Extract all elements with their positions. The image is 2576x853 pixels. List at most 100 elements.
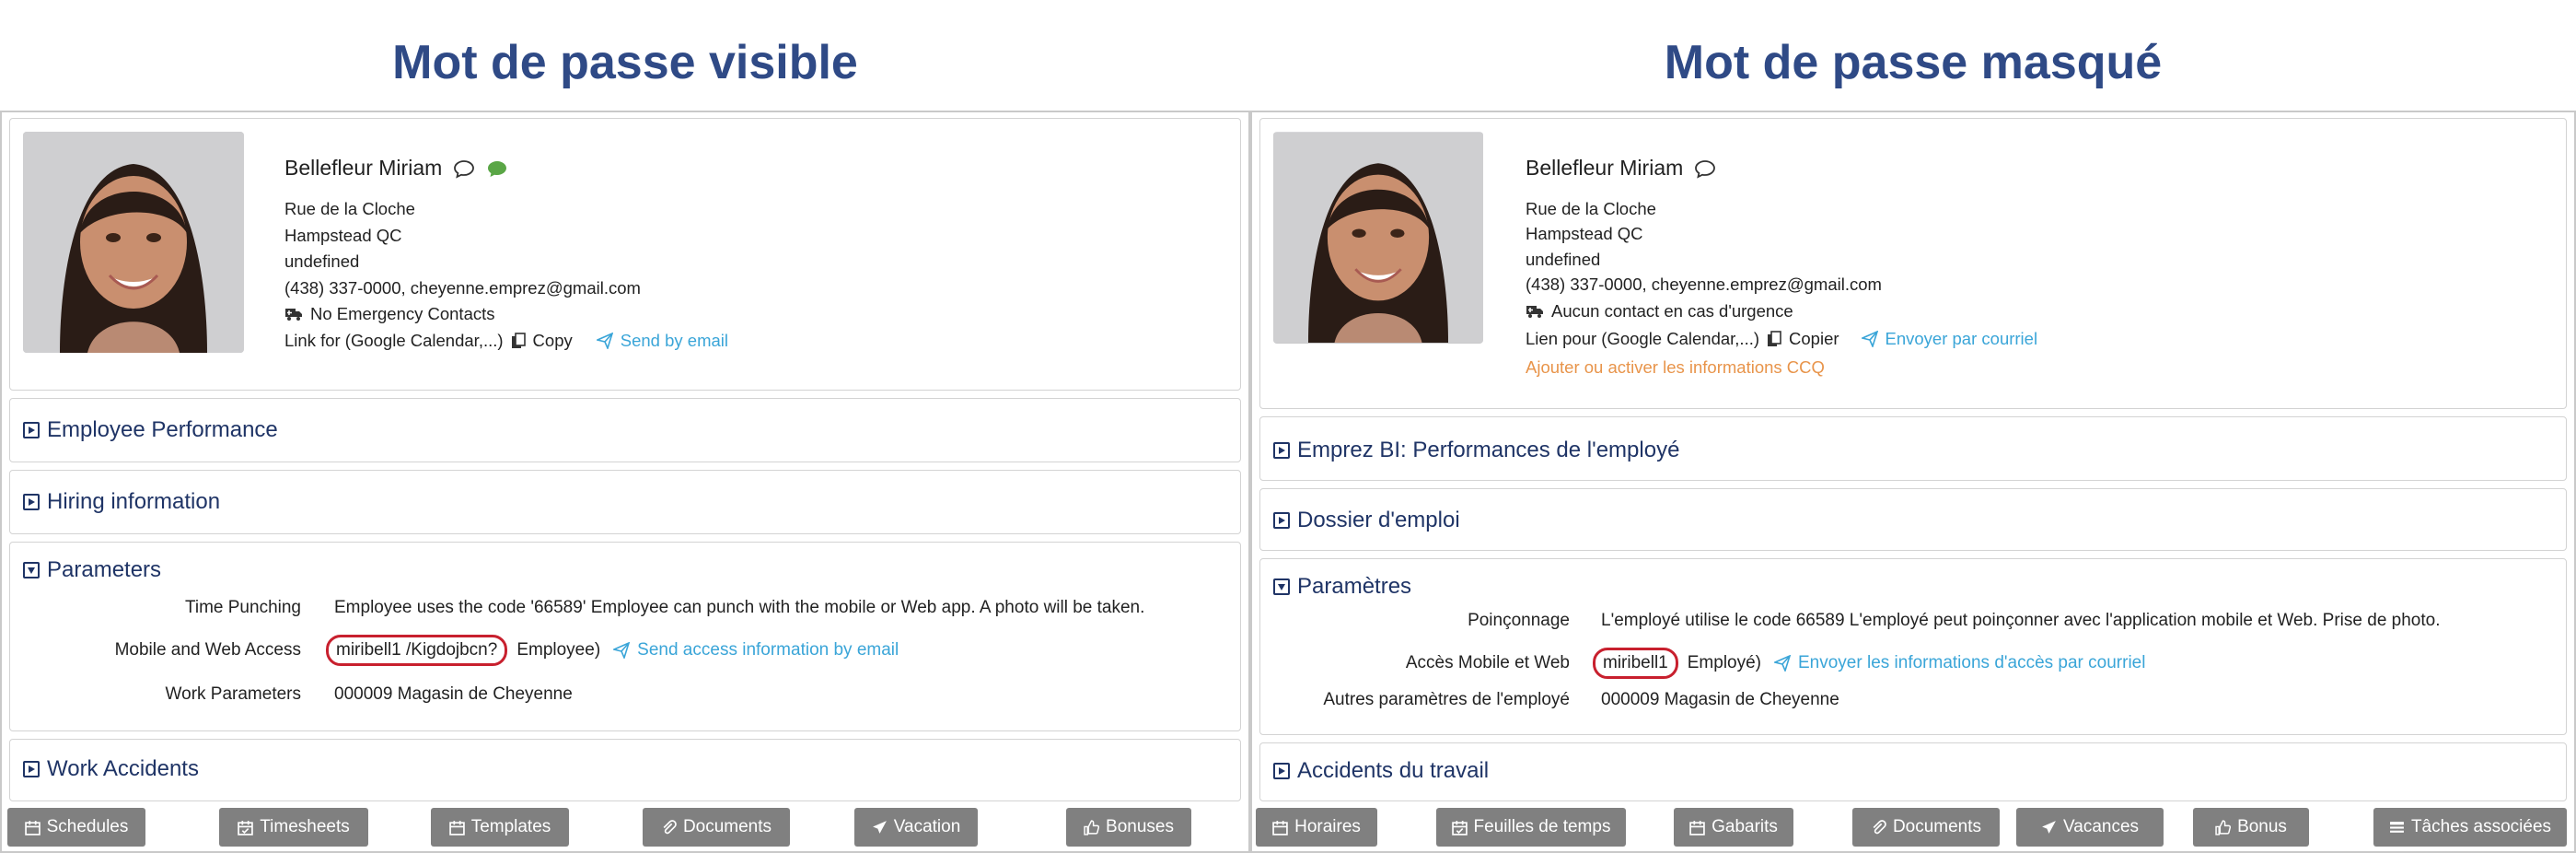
send-by-email-link[interactable]: Envoyer par courriel <box>1886 329 2038 349</box>
paperclip-icon <box>1873 819 1886 834</box>
employee-name-line: Bellefleur Miriam <box>284 156 508 181</box>
send-access-info-link[interactable]: Send access information by email <box>637 640 899 660</box>
address-line-3: undefined <box>1526 249 1601 269</box>
section-employee-performance[interactable]: Employee Performance <box>9 398 1241 462</box>
work-parameters-value: 000009 Magasin de Cheyenne <box>334 684 573 704</box>
calendar-icon <box>24 820 41 835</box>
documents-button[interactable]: Documents <box>643 808 790 847</box>
address-line-2: Hampstead QC <box>284 225 402 245</box>
list-icon <box>2390 821 2404 833</box>
thumbs-up-icon <box>2215 819 2232 835</box>
address-line-1: Rue de la Cloche <box>1526 198 1656 218</box>
param-row-access: Accès Mobile et Web miribell1 Employé) E… <box>1260 648 2145 679</box>
vacation-button[interactable]: Vacances <box>2016 808 2164 847</box>
timesheets-label: Feuilles de temps <box>1473 817 1611 836</box>
timesheets-label: Timesheets <box>260 817 350 836</box>
work-parameters-label: Work Parameters <box>165 684 301 704</box>
profile-card: Bellefleur Miriam Rue de la Cloche Hamps… <box>1259 118 2567 409</box>
calendar-icon <box>1272 820 1288 835</box>
ambulance-icon <box>1526 304 1544 319</box>
section-work-accidents[interactable]: Accidents du travail <box>1259 742 2567 801</box>
address-line-3: undefined <box>284 251 360 272</box>
access-role: Employee) <box>516 640 601 660</box>
documents-button[interactable]: Documents <box>1852 808 2000 847</box>
section-title-performance: Employee Performance <box>47 417 278 442</box>
copy-link-button[interactable]: Copier <box>1789 329 1839 349</box>
templates-label: Gabarits <box>1712 817 1778 836</box>
schedules-button[interactable]: Horaires <box>1256 808 1377 847</box>
bonuses-label: Bonus <box>2237 817 2287 836</box>
section-employee-performance[interactable]: Emprez BI: Performances de l'employé <box>1259 416 2567 481</box>
expand-icon <box>1273 512 1290 529</box>
section-hiring-information[interactable]: Dossier d'emploi <box>1259 488 2567 551</box>
profile-info: Rue de la Cloche Hampstead QC undefined … <box>284 196 728 354</box>
heading-masked-password: Mot de passe masqué <box>1664 36 2163 89</box>
address-line-1: Rue de la Cloche <box>284 199 415 219</box>
bonuses-button[interactable]: Bonuses <box>1066 808 1191 847</box>
access-label: Mobile and Web Access <box>114 640 301 660</box>
comment-icon[interactable] <box>1694 158 1716 179</box>
comment-icon[interactable] <box>453 158 475 179</box>
employee-photo <box>1273 132 1483 344</box>
vacation-label: Vacances <box>2062 817 2140 836</box>
timesheets-button[interactable]: Timesheets <box>219 808 368 847</box>
parameters-header[interactable]: Parameters <box>23 557 161 583</box>
employee-name-line: Bellefleur Miriam <box>1526 156 1716 181</box>
associated-tasks-label: Tâches associées <box>2410 817 2552 836</box>
schedules-label: Schedules <box>46 817 129 836</box>
collapse-icon <box>1273 578 1290 595</box>
section-title-hiring: Hiring information <box>47 489 221 514</box>
time-punching-label: Poinçonnage <box>1468 611 1570 630</box>
templates-button[interactable]: Templates <box>431 808 569 847</box>
templates-button[interactable]: Gabarits <box>1674 808 1793 847</box>
paper-plane-icon <box>613 642 631 659</box>
emergency-contacts: Aucun contact en cas d'urgence <box>1551 300 1793 321</box>
copy-link-button[interactable]: Copy <box>533 331 573 351</box>
calendar-icon <box>1689 820 1705 835</box>
vacation-button[interactable]: Vacation <box>854 808 978 847</box>
emergency-contacts: No Emergency Contacts <box>310 304 495 324</box>
time-punching-label: Time Punching <box>184 598 301 617</box>
thumbs-up-icon <box>1084 819 1100 835</box>
calendar-icon <box>448 820 465 835</box>
copy-icon <box>1767 331 1781 347</box>
time-punching-value: L'employé utilise le code 66589 L'employ… <box>1601 611 2441 630</box>
param-row-time-punching: Poinçonnage L'employé utilise le code 66… <box>1260 611 2441 631</box>
bonuses-label: Bonuses <box>1106 817 1174 836</box>
bonuses-button[interactable]: Bonus <box>2193 808 2309 847</box>
param-row-time-punching: Time Punching Employee uses the code '66… <box>10 598 1144 618</box>
time-punching-value: Employee uses the code '66589' Employee … <box>334 598 1145 617</box>
param-row-access: Mobile and Web Access miribell1 /Kigdojb… <box>10 635 899 666</box>
send-access-info-link[interactable]: Envoyer les informations d'accès par cou… <box>1798 653 2145 673</box>
schedules-button[interactable]: Schedules <box>7 808 145 847</box>
chat-bubble-icon[interactable] <box>486 158 508 179</box>
ambulance-icon <box>284 307 303 321</box>
param-row-work: Work Parameters 000009 Magasin de Cheyen… <box>10 684 573 705</box>
address-line-2: Hampstead QC <box>1526 224 1643 244</box>
parameters-header[interactable]: Paramètres <box>1273 574 1411 600</box>
work-parameters-label: Autres paramètres de l'employé <box>1323 690 1570 709</box>
section-title-performance: Emprez BI: Performances de l'employé <box>1297 438 1680 462</box>
calendar-check-icon <box>238 820 254 835</box>
section-hiring-information[interactable]: Hiring information <box>9 470 1241 534</box>
associated-tasks-button[interactable]: Tâches associées <box>2373 808 2567 847</box>
expand-icon <box>23 422 40 438</box>
templates-label: Templates <box>470 817 551 836</box>
employee-photo <box>23 132 244 353</box>
section-work-accidents[interactable]: Work Accidents <box>9 739 1241 801</box>
profile-info: Rue de la Cloche Hampstead QC undefined … <box>1526 196 2037 381</box>
section-title-parameters: Paramètres <box>1297 574 1412 599</box>
ccq-info-link[interactable]: Ajouter ou activer les informations CCQ <box>1526 357 1825 378</box>
documents-label: Documents <box>1892 817 1982 836</box>
documents-label: Documents <box>682 817 772 836</box>
section-parameters: Parameters Time Punching Employee uses t… <box>9 542 1241 731</box>
section-title-accidents: Accidents du travail <box>1297 758 1490 783</box>
calendar-link-label: Lien pour (Google Calendar,...) <box>1526 329 1760 348</box>
heading-visible-password: Mot de passe visible <box>392 36 858 89</box>
access-label: Accès Mobile et Web <box>1405 653 1570 672</box>
send-by-email-link[interactable]: Send by email <box>621 331 728 351</box>
section-title-accidents: Work Accidents <box>47 756 199 781</box>
expand-icon <box>1273 763 1290 779</box>
timesheets-button[interactable]: Feuilles de temps <box>1436 808 1626 847</box>
copy-icon <box>511 332 526 349</box>
